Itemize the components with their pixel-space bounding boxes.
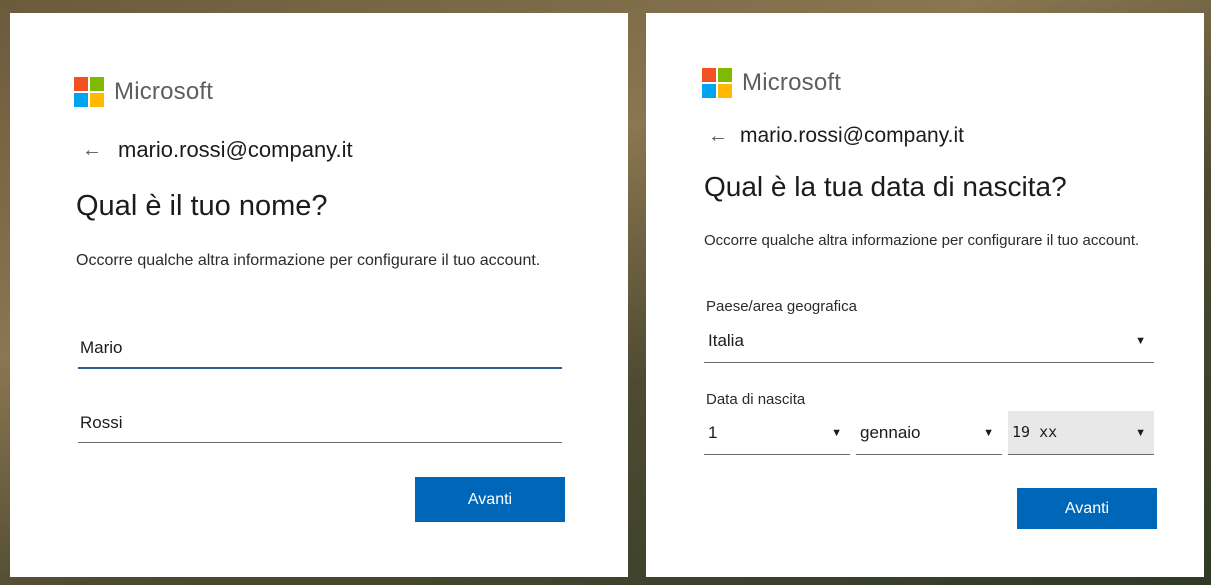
day-select[interactable]: 1 ▼ — [704, 411, 850, 455]
microsoft-logo: Microsoft — [74, 77, 213, 107]
microsoft-logo-icon — [74, 77, 104, 107]
identity-email: mario.rossi@company.it — [118, 137, 353, 162]
birthdate-label: Data di nascita — [706, 391, 806, 408]
page-title: Qual è la tua data di nascita? — [704, 171, 1067, 202]
next-button[interactable]: Avanti — [1017, 488, 1157, 529]
identity-email: mario.rossi@company.it — [740, 124, 964, 147]
last-name-input[interactable] — [78, 409, 562, 443]
caret-down-icon: ▼ — [1135, 335, 1146, 347]
caret-down-icon: ▼ — [1135, 427, 1146, 439]
back-arrow-icon[interactable]: ← — [708, 125, 728, 148]
microsoft-logo: Microsoft — [702, 68, 841, 98]
country-label: Paese/area geografica — [706, 298, 857, 315]
microsoft-logo-text: Microsoft — [742, 69, 842, 96]
year-select-value: 19 xx — [1012, 423, 1058, 441]
first-name-input[interactable] — [78, 335, 562, 369]
next-button[interactable]: Avanti — [415, 477, 565, 522]
country-select[interactable]: Italia ▼ — [704, 323, 1154, 363]
microsoft-logo-text: Microsoft — [114, 78, 214, 105]
year-select[interactable]: 19 xx ▼ — [1008, 411, 1154, 455]
identity-banner: ← mario.rossi@company.it — [708, 124, 964, 148]
caret-down-icon: ▼ — [831, 427, 842, 439]
page-title: Qual è il tuo nome? — [76, 190, 328, 222]
microsoft-logo-icon — [702, 68, 732, 98]
month-select-value: gennaio — [860, 423, 921, 442]
birthdate-card: Microsoft ← mario.rossi@company.it Qual … — [646, 13, 1204, 577]
identity-banner: ← mario.rossi@company.it — [82, 137, 353, 163]
page-description: Occorre qualche altra informazione per c… — [704, 232, 1140, 249]
name-card: Microsoft ← mario.rossi@company.it Qual … — [10, 13, 628, 577]
caret-down-icon: ▼ — [983, 427, 994, 439]
back-arrow-icon[interactable]: ← — [82, 139, 102, 162]
country-select-value: Italia — [708, 331, 744, 350]
month-select[interactable]: gennaio ▼ — [856, 411, 1002, 455]
page-description: Occorre qualche altra informazione per c… — [76, 252, 541, 269]
day-select-value: 1 — [708, 423, 718, 442]
